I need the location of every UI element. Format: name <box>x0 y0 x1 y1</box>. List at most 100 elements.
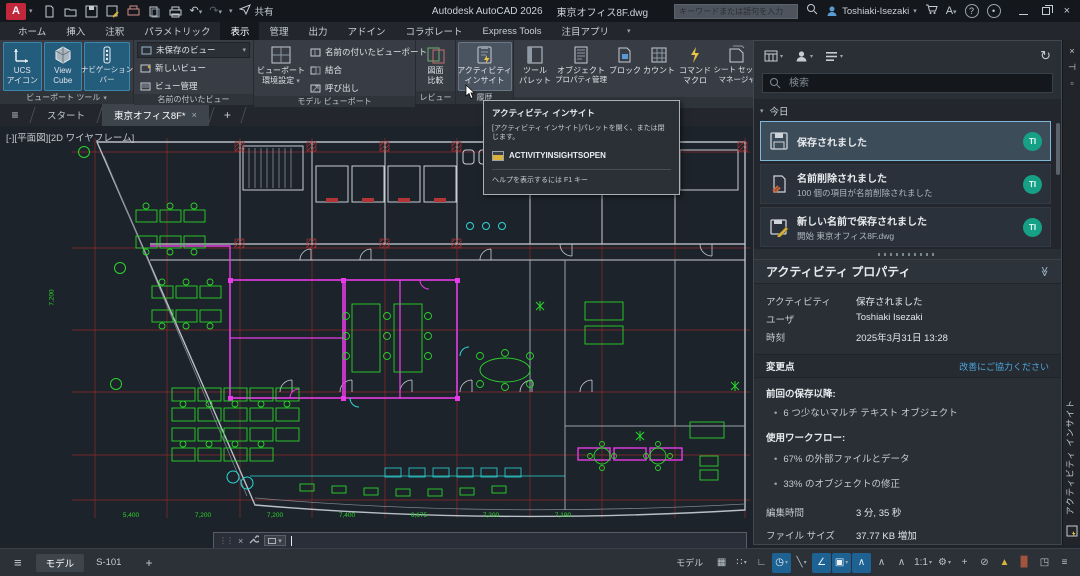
activity-item-purged[interactable]: 名前削除されました 100 個の項目が名前削除されました TI <box>760 164 1051 204</box>
viewport-controls-label[interactable]: [-][平面図][2D ワイヤフレーム] <box>6 130 134 144</box>
start-tab[interactable]: スタート <box>35 104 97 126</box>
layout-menu-icon[interactable]: ≡ <box>14 555 22 570</box>
model-tab[interactable]: モデル <box>36 554 85 572</box>
new-layout-button[interactable]: + <box>137 556 160 570</box>
minimize-button[interactable] <box>1019 2 1028 20</box>
publish-icon[interactable] <box>148 4 162 18</box>
activity-item-saved-as[interactable]: 新しい名前で保存されました 開始 東京オフィス8F.dwg TI <box>760 207 1051 247</box>
tab-annotate[interactable]: 注釈 <box>95 22 134 40</box>
ribbon-display-caret-icon[interactable]: ▾ <box>619 22 639 40</box>
event-filter-dropdown[interactable]: ▾ <box>825 51 843 62</box>
palette-close-icon[interactable]: × <box>1063 46 1080 56</box>
new-view-button[interactable]: 新しいビュー <box>137 60 250 76</box>
tab-home[interactable]: ホーム <box>8 22 56 40</box>
tab-collaborate[interactable]: コラボレート <box>396 22 473 40</box>
count-palette-button[interactable]: カウント <box>643 42 675 97</box>
scrollbar[interactable] <box>1056 123 1060 175</box>
activity-properties-header[interactable]: アクティビティ プロパティ ≫ <box>754 259 1061 284</box>
share-button[interactable]: 共有 <box>239 4 274 18</box>
annotation-monitor-icon[interactable]: + <box>955 553 974 573</box>
print-icon[interactable] <box>169 4 183 18</box>
blocks-palette-button[interactable]: ブロック <box>609 42 641 97</box>
object-snap-tracking-icon[interactable]: ∠ <box>812 553 831 573</box>
help-search-input[interactable] <box>674 4 798 19</box>
view-combo[interactable]: 未保存のビュー▾ <box>137 42 250 58</box>
polar-tracking-icon[interactable]: ◷▾ <box>772 553 791 573</box>
join-viewports-button[interactable]: 結合 <box>307 62 430 78</box>
palette-properties-icon[interactable]: ▫ <box>1063 78 1080 88</box>
plot-icon[interactable] <box>127 4 141 18</box>
autodesk-app-button[interactable]: A▾ <box>946 6 957 17</box>
ortho-mode-icon[interactable]: ∟ <box>752 553 771 573</box>
command-line-close-icon[interactable]: × <box>238 536 243 546</box>
hardware-acceleration-icon[interactable]: ▉ <box>1015 553 1034 573</box>
command-line-wrench-icon[interactable] <box>248 532 259 550</box>
file-tab-menu-icon[interactable]: ≡ <box>0 104 30 126</box>
palette-search[interactable] <box>762 73 1053 93</box>
user-account-button[interactable]: Toshiaki-Isezaki ▾ <box>826 5 917 17</box>
tab-featured-apps[interactable]: 注目アプリ <box>552 22 620 40</box>
viewport-configuration-button[interactable]: ビューポート 環境設定 ▾ <box>257 42 305 96</box>
view-cube-button[interactable]: ViewCube <box>44 42 83 91</box>
workspace-switching-icon[interactable]: ⚙▾ <box>935 553 954 573</box>
open-file-icon[interactable] <box>64 4 78 18</box>
tab-insert[interactable]: 挿入 <box>56 22 95 40</box>
command-line[interactable]: ⋮⋮ × ▾ <box>213 532 747 549</box>
layout-tab-s101[interactable]: S-101 <box>86 555 131 570</box>
undo-button[interactable]: ↶▾ <box>190 6 203 17</box>
palette-search-input[interactable] <box>787 77 1046 90</box>
palette-autohide-icon[interactable]: ⊣ <box>1063 62 1080 73</box>
annotation-scale-icon[interactable]: 1:1▾ <box>912 553 934 573</box>
properties-palette-button[interactable]: オブジェクトプロパティ管理 <box>555 42 607 97</box>
annotation-visibility-icon[interactable]: ∧ <box>852 553 871 573</box>
isolate-objects-icon[interactable]: ⊘ <box>975 553 994 573</box>
close-tab-icon[interactable]: × <box>192 110 197 120</box>
panel-label-viewport-tools[interactable]: ビューポート ツール▾ <box>0 91 133 104</box>
annotation-scale-sync-icon[interactable]: ∧ <box>892 553 911 573</box>
qat-customize-caret-icon[interactable]: ▾ <box>229 7 233 15</box>
feedback-link[interactable]: 改善にご協力ください <box>959 360 1049 373</box>
application-menu-button[interactable]: A <box>6 3 26 20</box>
tab-view[interactable]: 表示 <box>220 22 259 40</box>
notification-icon[interactable]: • <box>987 4 1001 18</box>
customize-icon[interactable]: ≡ <box>1055 553 1074 573</box>
named-viewports-button[interactable]: 名前の付いたビューポート <box>307 44 430 60</box>
collapse-chevron-icon[interactable]: ≫ <box>1038 266 1049 276</box>
dwg-compare-button[interactable]: 図面比較 <box>419 42 452 91</box>
help-icon[interactable]: ? <box>965 4 979 18</box>
user-filter-dropdown[interactable]: ▾ <box>795 50 813 62</box>
tool-palettes-button[interactable]: ツールパレット <box>517 42 553 97</box>
save-icon[interactable] <box>85 4 99 18</box>
search-icon[interactable] <box>806 2 818 20</box>
save-as-icon[interactable] <box>106 4 120 18</box>
app-store-cart-icon[interactable] <box>925 2 938 20</box>
clean-screen-icon[interactable]: ◳ <box>1035 553 1054 573</box>
snap-mode-icon[interactable]: ∷▾ <box>732 553 751 573</box>
view-manager-button[interactable]: ビュー管理 <box>137 78 250 94</box>
tab-output[interactable]: 出力 <box>299 22 338 40</box>
new-file-icon[interactable] <box>43 4 57 18</box>
isodraft-icon[interactable]: ╲▾ <box>792 553 811 573</box>
grid-display-icon[interactable]: ▦ <box>712 553 731 573</box>
annotation-autoscale-icon[interactable]: ∧ <box>872 553 891 573</box>
graphics-performance-icon[interactable]: ▲ <box>995 553 1014 573</box>
model-space-label[interactable]: モデル <box>676 556 703 569</box>
view-mode-dropdown[interactable]: ▾ <box>764 50 783 62</box>
command-line-grip[interactable]: ⋮⋮ <box>219 536 233 545</box>
object-snap-icon[interactable]: ▣▾ <box>832 553 851 573</box>
new-drawing-tab-button[interactable]: + <box>214 104 241 126</box>
activity-item-saved[interactable]: 保存されました TI <box>760 121 1051 161</box>
tab-express-tools[interactable]: Express Tools <box>473 22 552 40</box>
close-button[interactable]: × <box>1064 5 1070 17</box>
refresh-icon[interactable]: ↻ <box>1040 48 1051 64</box>
redo-button[interactable]: ↷▾ <box>209 6 222 17</box>
palette-splitter[interactable] <box>754 249 1061 259</box>
recent-commands-chip[interactable]: ▾ <box>264 535 286 546</box>
restore-button[interactable] <box>1042 7 1050 15</box>
tab-manage[interactable]: 管理 <box>259 22 298 40</box>
tab-parametric[interactable]: パラメトリック <box>134 22 220 40</box>
command-macros-button[interactable]: コマンドマクロ <box>677 42 713 97</box>
ucs-icon-button[interactable]: UCSアイコン <box>3 42 42 91</box>
group-today[interactable]: ▾今日 <box>760 101 1051 121</box>
navigation-bar-button[interactable]: ナビゲーションバー <box>84 42 130 91</box>
